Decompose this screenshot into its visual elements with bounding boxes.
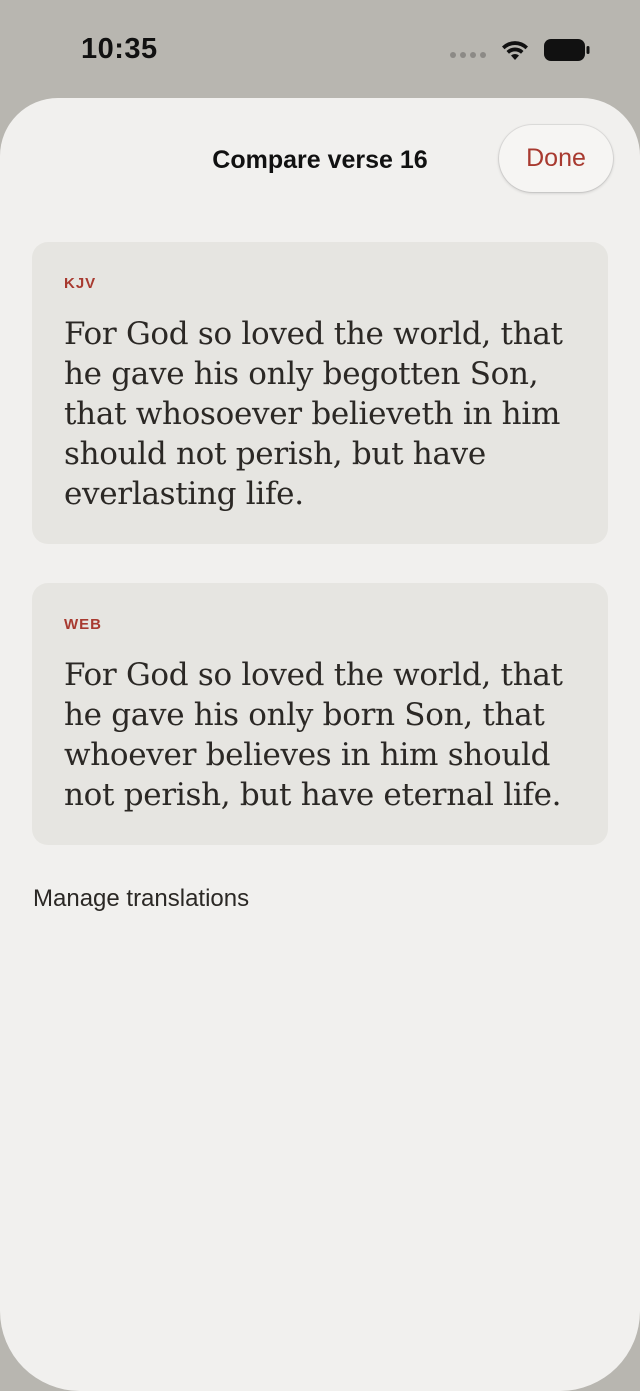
translation-card-web: WEB For God so loved the world, that he …	[32, 583, 608, 845]
manage-translations-link[interactable]: Manage translations	[33, 885, 249, 913]
translation-card-kjv: KJV For God so loved the world, that he …	[32, 242, 608, 544]
verse-text: For God so loved the world, that he gave…	[64, 657, 563, 813]
done-button[interactable]: Done	[499, 125, 613, 192]
translation-tag: WEB	[64, 616, 102, 633]
status-time: 10:35	[81, 33, 158, 65]
battery-icon	[544, 39, 590, 61]
status-icons	[450, 38, 590, 62]
translation-tag: KJV	[64, 275, 97, 292]
verse-text: For God so loved the world, that he gave…	[64, 316, 563, 512]
status-bar: 10:35	[0, 0, 640, 100]
wifi-icon	[502, 41, 528, 60]
compare-sheet: Compare verse 16 Done KJV For God so lov…	[0, 98, 640, 1391]
signal-dots-icon	[450, 52, 486, 58]
